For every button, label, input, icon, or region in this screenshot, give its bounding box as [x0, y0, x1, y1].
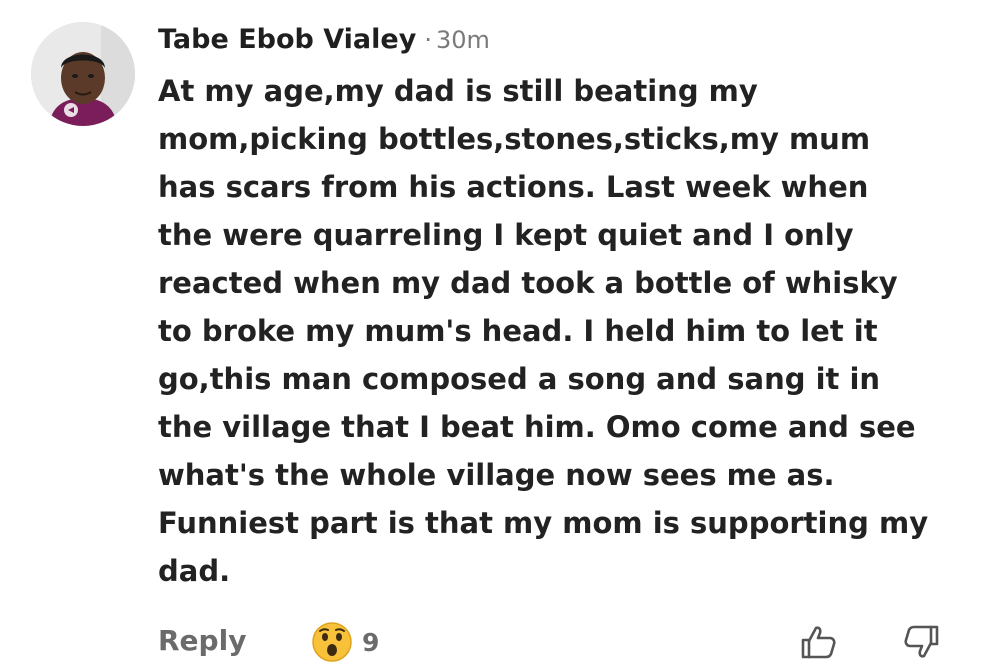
avatar-photo-icon [31, 22, 135, 126]
timestamp: 30m [435, 26, 490, 54]
comment-header: Tabe Ebob Vialey · 30m [158, 24, 490, 60]
comment-actions: Reply 9 [158, 620, 958, 664]
reaction-count: 9 [362, 627, 380, 657]
reaction-summary[interactable]: 9 [310, 620, 379, 664]
avatar[interactable] [31, 22, 135, 126]
comment-text: At my age,my dad is still beating my mom… [158, 74, 929, 588]
reply-button[interactable]: Reply [158, 624, 246, 657]
author-name[interactable]: Tabe Ebob Vialey [158, 24, 416, 55]
dislike-button[interactable] [902, 622, 942, 666]
comment-card: Tabe Ebob Vialey · 30m At my age,my dad … [0, 0, 985, 669]
surprised-face-emoji-icon [312, 622, 352, 662]
separator-dot: · [424, 26, 432, 54]
thumbs-down-icon [904, 625, 939, 658]
like-button[interactable] [798, 622, 838, 666]
thumbs-up-icon [801, 626, 836, 659]
